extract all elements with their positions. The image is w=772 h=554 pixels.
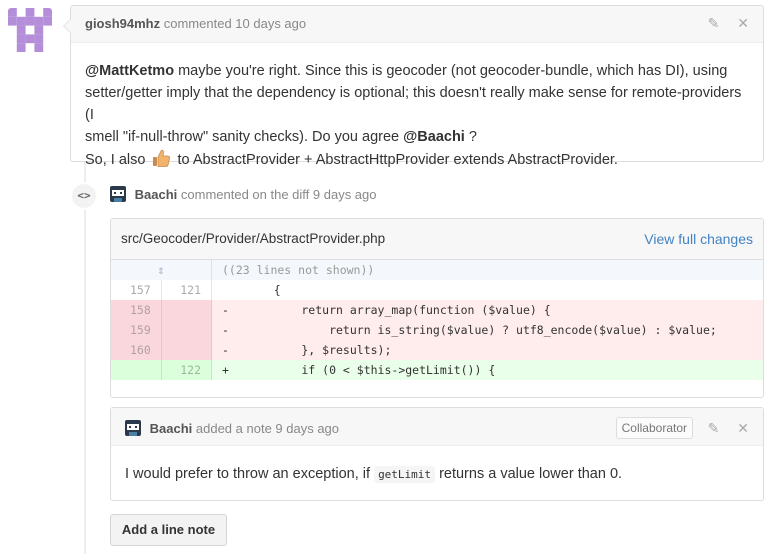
comment-body: @MattKetmo maybe you're right. Since thi… [71,43,763,171]
view-full-changes-link[interactable]: View full changes [644,231,753,247]
new-line-number[interactable] [161,320,213,340]
new-line-number[interactable] [161,340,213,360]
hunk-header: ((23 lines not shown)) [211,260,763,280]
diff-comment-time[interactable]: commented on the diff 9 days ago [181,187,377,202]
note-time[interactable]: added a note 9 days ago [196,421,339,436]
comment-text: to AbstractProvider + AbstractHttpProvid… [173,152,618,168]
timeline-line [84,162,86,554]
diff-comment-author[interactable]: Baachi [135,187,178,202]
old-line-number[interactable]: 160 [111,340,162,360]
close-icon[interactable]: ✕ [737,420,749,436]
avatar[interactable] [8,8,52,52]
new-line-number[interactable]: 122 [161,360,213,380]
mention-link[interactable]: @Baachi [403,129,465,145]
new-line-number[interactable]: 121 [161,280,213,300]
mention-link[interactable]: @MattKetmo [85,63,174,79]
comment-text: So, I also [85,152,150,168]
thumbs-up-icon [151,148,171,168]
avatar[interactable] [110,186,126,202]
diff-code: if (0 < $this->getLimit()) { [236,360,763,380]
diff-comment-header: Baachi commented on the diff 9 days ago [110,186,377,202]
comment-actions: ✎ ✕ [694,15,749,32]
diff-row: 122 + if (0 < $this->getLimit()) { [111,360,763,380]
comment-time[interactable]: commented 10 days ago [164,16,306,31]
old-line-number[interactable]: 158 [111,300,162,320]
note-text: I would prefer to throw an exception, if [125,466,375,482]
code-icon: <> [70,182,98,210]
diff-sign: - [211,320,236,340]
old-line-number[interactable]: 157 [111,280,162,300]
diff-code: }, $results); [236,340,763,360]
old-line-number[interactable] [111,360,162,380]
note-author[interactable]: Baachi [150,421,193,436]
comment-text: setter/getter imply that the dependency … [85,85,742,123]
diff-row: 158 - return array_map(function ($value)… [111,300,763,320]
close-icon[interactable]: ✕ [737,15,749,31]
diff-code: { [236,280,763,300]
comment-text: ? [464,129,477,145]
note-header: Baachi added a note 9 days ago Collabora… [111,408,763,446]
note-actions: ✎ ✕ [694,420,749,437]
diff-hunk-row: ⇕ ((23 lines not shown)) [111,260,763,280]
comment-text: smell "if-null-throw" sanity checks). Do… [85,129,404,145]
comment-author[interactable]: giosh94mhz [85,16,160,31]
note-body: I would prefer to throw an exception, if… [111,446,763,483]
file-diff: src/Geocoder/Provider/AbstractProvider.p… [110,218,764,398]
new-line-number[interactable] [161,300,213,320]
file-path: src/Geocoder/Provider/AbstractProvider.p… [121,231,386,246]
diff-sign: - [211,340,236,360]
comment-text: maybe you're right. Since this is geocod… [174,63,728,79]
collaborator-badge: Collaborator [615,417,693,439]
diff-row: 157 121 { [111,280,763,300]
file-header: src/Geocoder/Provider/AbstractProvider.p… [111,219,763,260]
diff-code: return is_string($value) ? utf8_encode($… [236,320,763,340]
expand-icon[interactable]: ⇕ [111,260,212,280]
diff-sign: - [211,300,236,320]
pencil-icon[interactable]: ✎ [708,15,720,31]
comment: giosh94mhz commented 10 days ago ✎ ✕ @Ma… [63,5,764,168]
diff-sign: + [211,360,236,380]
diff-table: ⇕ ((23 lines not shown)) 157 121 { 158 -… [111,260,763,380]
comment-header: giosh94mhz commented 10 days ago ✎ ✕ [71,6,763,43]
avatar[interactable] [125,420,141,436]
diff-code: return array_map(function ($value) { [236,300,763,320]
old-line-number[interactable]: 159 [111,320,162,340]
diff-sign [211,280,236,300]
diff-row: 159 - return is_string($value) ? utf8_en… [111,320,763,340]
note-text: returns a value lower than 0. [435,466,623,482]
line-note: Baachi added a note 9 days ago Collabora… [110,407,764,501]
diff-row: 160 - }, $results); [111,340,763,360]
inline-code: getLimit [374,466,436,483]
pencil-icon[interactable]: ✎ [708,420,720,436]
add-line-note-button[interactable]: Add a line note [110,514,227,546]
